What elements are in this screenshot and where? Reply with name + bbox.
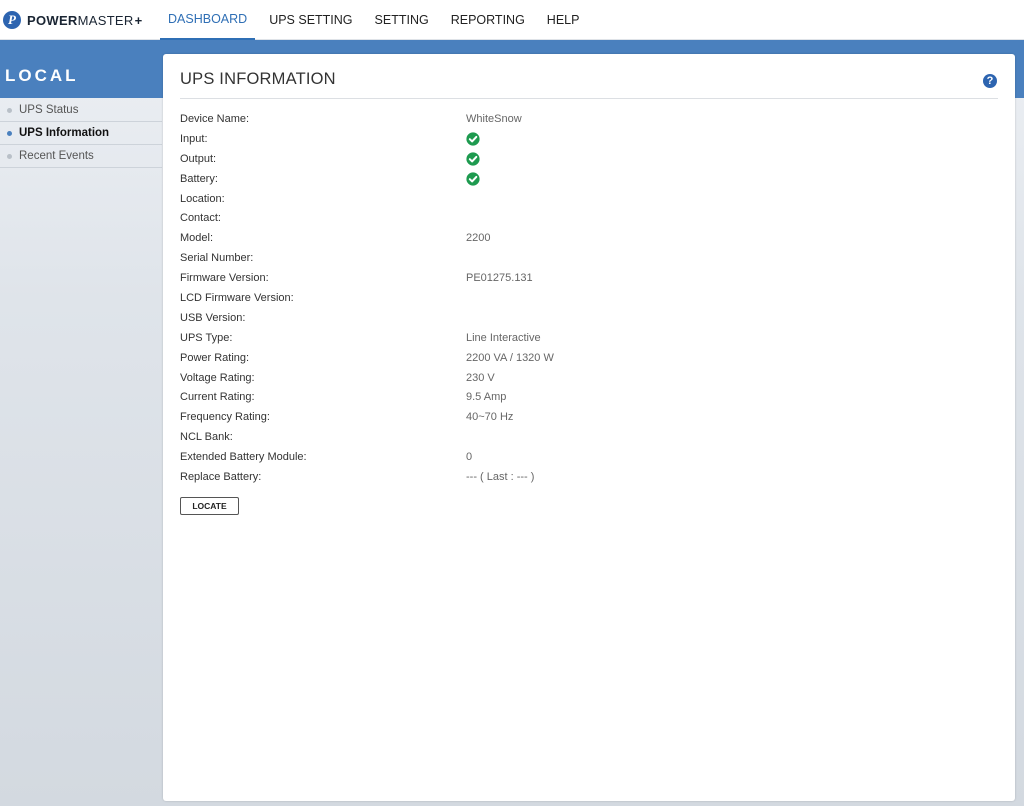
info-row: Replace Battery: --- ( Last : --- ) [180, 467, 880, 487]
sidebar-item-label: UPS Status [19, 104, 79, 116]
info-label: Replace Battery: [180, 470, 262, 483]
top-nav-bar: P POWERMASTER+ DASHBOARD UPS SETTING SET… [0, 0, 1024, 40]
bullet-icon [7, 130, 12, 136]
info-value: 2200 VA / 1320 W [466, 351, 554, 364]
info-label: Output: [180, 152, 217, 165]
check-circle-icon [466, 152, 480, 166]
sidebar-item-label: Recent Events [19, 150, 94, 162]
info-row: Battery: [180, 169, 880, 189]
info-label: Model: [180, 232, 214, 245]
info-row: Voltage Rating: 230 V [180, 368, 880, 388]
brand-name: POWERMASTER+ [27, 12, 143, 28]
info-label: NCL Bank: [180, 431, 233, 444]
info-row: USB Version: [180, 308, 880, 328]
info-value: PE01275.131 [466, 272, 533, 285]
info-value: 2200 [466, 232, 491, 245]
info-value: 0 [466, 451, 473, 464]
info-row: Output: [180, 149, 880, 169]
info-label: Voltage Rating: [180, 371, 255, 384]
check-circle-icon [466, 132, 480, 146]
info-row: Frequency Rating: 40~70 Hz [180, 407, 880, 427]
info-value: WhiteSnow [466, 112, 522, 125]
info-row: Contact: [180, 208, 880, 228]
nav-help[interactable]: HELP [539, 0, 588, 40]
logo-icon: P [3, 11, 21, 29]
main-nav: DASHBOARD UPS SETTING SETTING REPORTING … [160, 0, 593, 40]
info-row: LCD Firmware Version: [180, 288, 880, 308]
sidebar-item-recent-events[interactable]: Recent Events [0, 145, 162, 168]
info-row: Current Rating: 9.5 Amp [180, 387, 880, 407]
info-label: USB Version: [180, 311, 246, 324]
info-row: Model: 2200 [180, 228, 880, 248]
info-row: Extended Battery Module: 0 [180, 447, 880, 467]
nav-reporting[interactable]: REPORTING [443, 0, 533, 40]
info-label: Current Rating: [180, 391, 255, 404]
section-title: LOCAL [5, 66, 79, 85]
info-label: Battery: [180, 172, 218, 185]
ups-information-panel: UPS INFORMATION ? Device Name: WhiteSnow I… [163, 54, 1015, 801]
info-value: Line Interactive [466, 331, 541, 344]
info-row: UPS Type: Line Interactive [180, 328, 880, 348]
help-icon[interactable]: ? [983, 74, 997, 88]
sidebar-item-ups-status[interactable]: UPS Status [0, 99, 162, 122]
check-circle-icon [466, 172, 480, 186]
info-row: NCL Bank: [180, 427, 880, 447]
info-label: Firmware Version: [180, 272, 269, 285]
info-row: Power Rating: 2200 VA / 1320 W [180, 348, 880, 368]
info-value: 40~70 Hz [466, 411, 514, 424]
info-label: Location: [180, 192, 225, 205]
info-label: Contact: [180, 212, 221, 225]
bullet-icon [7, 107, 12, 113]
info-value: 9.5 Amp [466, 391, 507, 404]
info-row: Device Name: WhiteSnow [180, 109, 880, 129]
sidebar: UPS Status UPS Information Recent Events [0, 99, 162, 168]
sidebar-item-ups-information[interactable]: UPS Information [0, 122, 162, 145]
info-row: Input: [180, 129, 880, 149]
info-label: Device Name: [180, 112, 250, 125]
info-row: Location: [180, 189, 880, 209]
nav-dashboard[interactable]: DASHBOARD [160, 0, 256, 40]
info-label: LCD Firmware Version: [180, 291, 294, 304]
info-label: Serial Number: [180, 252, 254, 265]
info-value: --- ( Last : --- ) [466, 470, 535, 483]
info-label: UPS Type: [180, 331, 233, 344]
page-title: UPS INFORMATION [180, 70, 336, 88]
info-row: Firmware Version: PE01275.131 [180, 268, 880, 288]
info-value: 230 V [466, 371, 495, 384]
info-label: Extended Battery Module: [180, 451, 307, 464]
locate-button[interactable]: LOCATE [180, 497, 239, 515]
info-label: Power Rating: [180, 351, 250, 364]
info-row: Serial Number: [180, 248, 880, 268]
bullet-icon [7, 153, 12, 159]
info-label: Frequency Rating: [180, 411, 270, 424]
nav-ups-setting[interactable]: UPS SETTING [261, 0, 360, 40]
nav-setting[interactable]: SETTING [367, 0, 437, 40]
ups-info-list: Device Name: WhiteSnow Input: Output: Batter… [180, 109, 880, 487]
info-label: Input: [180, 132, 208, 145]
sidebar-item-label: UPS Information [19, 127, 110, 139]
divider [180, 98, 998, 99]
brand-logo[interactable]: P POWERMASTER+ [3, 10, 143, 30]
